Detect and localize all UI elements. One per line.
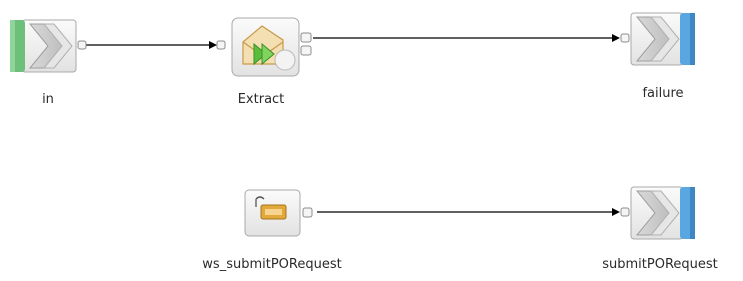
output-terminal-match[interactable] xyxy=(300,32,312,43)
node-failure[interactable] xyxy=(620,12,695,66)
connection-extract-to-failure[interactable] xyxy=(313,34,620,42)
output-terminal[interactable] xyxy=(77,40,87,50)
output-terminal[interactable] xyxy=(302,207,313,218)
node-submitporequest[interactable] xyxy=(620,186,695,240)
node-in[interactable] xyxy=(10,19,87,73)
flow-diagram xyxy=(10,12,695,240)
connection-ws-to-submit[interactable] xyxy=(317,208,620,216)
node-label-ws-submitporequest: ws_submitPORequest xyxy=(202,257,342,272)
flow-canvas: in Extract failure ws_submitPORequest su… xyxy=(0,0,743,277)
node-ws-submitporequest[interactable] xyxy=(244,189,313,237)
node-label-submitporequest: submitPORequest xyxy=(602,257,718,272)
node-label-failure: failure xyxy=(642,86,684,101)
node-extract[interactable] xyxy=(216,17,312,77)
output-terminal-failure[interactable] xyxy=(300,45,312,56)
node-label-in: in xyxy=(42,92,54,107)
input-terminal[interactable] xyxy=(620,33,630,43)
node-label-extract: Extract xyxy=(237,92,285,107)
input-terminal[interactable] xyxy=(216,40,226,50)
input-terminal[interactable] xyxy=(620,207,630,217)
connection-in-to-extract[interactable] xyxy=(86,41,217,49)
